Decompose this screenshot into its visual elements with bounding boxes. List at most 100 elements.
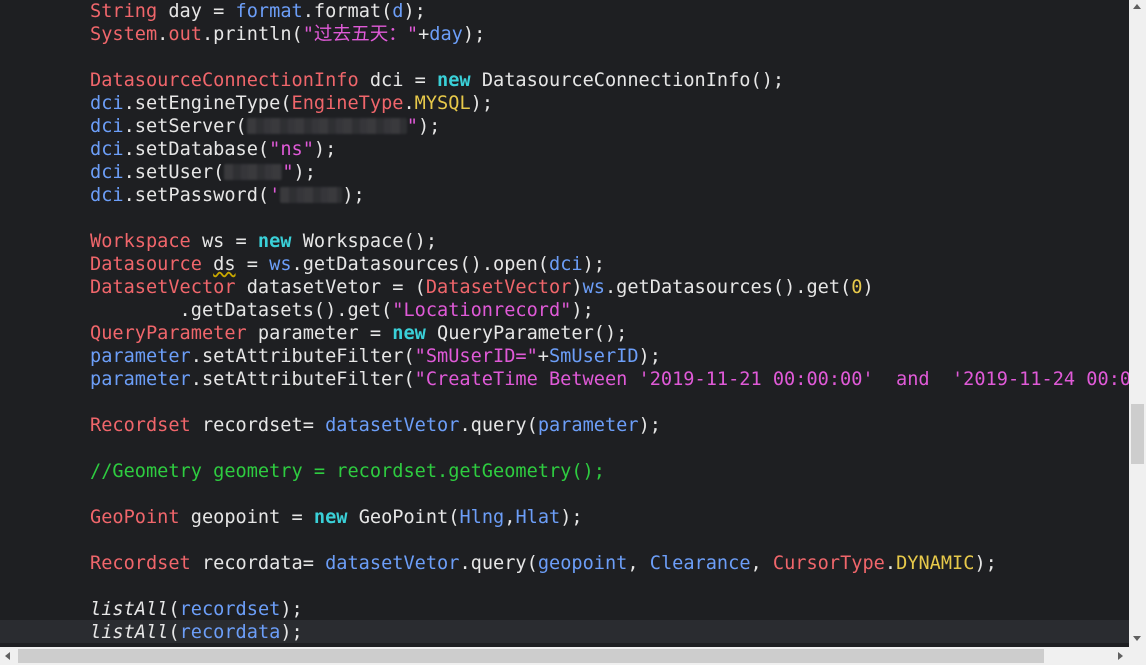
code-token: ); (342, 185, 365, 206)
code-token: day = (157, 1, 236, 22)
code-token: = (235, 254, 270, 275)
code-token: Clearance (649, 553, 751, 574)
code-token: Workspace (90, 231, 191, 252)
horizontal-scrollbar[interactable] (0, 647, 1129, 665)
code-token: ( (168, 622, 180, 643)
code-line[interactable]: listAll(recordata); (90, 621, 303, 644)
code-token: .setAttributeFilter( (190, 346, 415, 367)
code-line[interactable]: parameter.setAttributeFilter("CreateTime… (90, 368, 1129, 391)
code-token: parameter (537, 415, 639, 436)
code-line[interactable]: DatasetVector datasetVetor = (DatasetVec… (90, 276, 874, 299)
code-token: .setUser( (123, 162, 225, 183)
code-token: "CreateTime Between '2019-11-21 00:00:00… (414, 369, 1129, 390)
code-token: "SmUserID=" (414, 346, 538, 367)
code-line[interactable]: Recordset recordata= datasetVetor.query(… (90, 552, 997, 575)
code-line[interactable]: dci.setDatabase("ns"); (90, 138, 336, 161)
code-token: dci (549, 254, 583, 275)
code-token: ' (269, 185, 281, 206)
code-line[interactable]: //Geometry geometry = recordset.getGeome… (90, 460, 605, 483)
code-token: dci (90, 185, 124, 206)
code-token: ); (974, 553, 997, 574)
code-line[interactable]: Workspace ws = new Workspace(); (90, 230, 437, 253)
horizontal-scroll-thumb[interactable] (18, 649, 1044, 663)
code-token: //Geometry geometry = recordset.getGeome… (90, 461, 605, 482)
code-token: ( (168, 599, 180, 620)
code-line[interactable]: Recordset recordset= datasetVetor.query(… (90, 414, 661, 437)
code-token: . (403, 93, 415, 114)
scroll-right-arrow-icon[interactable] (1118, 652, 1123, 660)
code-token: ); (280, 599, 303, 620)
code-token: .getDatasources().open( (291, 254, 550, 275)
code-line[interactable]: dci.setServer("); (90, 115, 440, 138)
code-token: 0 (851, 277, 863, 298)
code-token: ); (638, 415, 661, 436)
code-token: parameter = (246, 323, 393, 344)
code-line[interactable]: QueryParameter parameter = new QueryPara… (90, 322, 627, 345)
code-token: datasetVetor (325, 415, 460, 436)
code-token: EngineType (291, 93, 404, 114)
code-line[interactable]: dci.setUser("); (90, 161, 316, 184)
code-token: "过去五天：" (302, 24, 419, 45)
code-line[interactable]: parameter.setAttributeFilter("SmUserID="… (90, 345, 661, 368)
code-token: new (392, 323, 426, 344)
code-token: Datasource (90, 254, 202, 275)
code-token: format (235, 1, 303, 22)
code-token: DatasourceConnectionInfo(); (470, 70, 785, 91)
code-token: datasetVetor = ( (235, 277, 426, 298)
code-token: d (392, 1, 404, 22)
code-token: . (157, 24, 169, 45)
scroll-up-arrow-icon[interactable] (1133, 4, 1141, 9)
code-token: ); (462, 24, 486, 45)
code-token: geopoint = (179, 507, 314, 528)
code-line[interactable]: listAll(recordset); (90, 598, 303, 621)
code-token: datasetVetor (325, 553, 460, 574)
code-token: listAll (90, 599, 169, 620)
redacted-text (224, 164, 283, 180)
code-token: ) (571, 277, 583, 298)
code-token: Workspace(); (291, 231, 438, 252)
code-token: new (437, 70, 471, 91)
code-line[interactable]: dci.setPassword('); (90, 184, 365, 207)
code-token: new (313, 507, 348, 528)
code-line[interactable]: .getDatasets().get("Locationrecord"); (90, 299, 594, 322)
code-token: recordata= (190, 553, 326, 574)
code-line[interactable]: dci.setEngineType(EngineType.MYSQL); (90, 92, 493, 115)
code-token: DatasetVector (90, 277, 236, 298)
code-token: dci (90, 116, 124, 137)
code-token: .setEngineType( (123, 93, 292, 114)
code-token: parameter (90, 369, 191, 390)
code-token: ); (638, 346, 661, 367)
code-token: DYNAMIC (896, 553, 975, 574)
code-token: listAll (90, 622, 169, 643)
code-line[interactable]: System.out.println("过去五天："+day); (90, 23, 485, 46)
code-token: .getDatasets().get( (90, 300, 393, 321)
code-token: GeoPoint (90, 507, 180, 528)
code-token: ); (582, 254, 605, 275)
scroll-down-arrow-icon[interactable] (1133, 636, 1141, 641)
code-editor[interactable]: String day = format.format(d); System.out… (0, 0, 1129, 647)
code-token: recordset (179, 599, 281, 620)
code-token: dci (90, 93, 124, 114)
code-token: String (90, 1, 158, 22)
code-token: DatasourceConnectionInfo (90, 70, 359, 91)
code-token: ); (470, 93, 494, 114)
code-line[interactable]: Datasource ds = ws.getDatasources().open… (90, 253, 605, 276)
code-token: ); (560, 507, 583, 528)
code-token: ); (417, 116, 441, 137)
code-line[interactable]: GeoPoint geopoint = new GeoPoint(Hlng,Hl… (90, 506, 583, 529)
code-token: , (750, 553, 773, 574)
code-token: CursorType (772, 553, 885, 574)
code-line[interactable]: String day = format.format(d); (90, 0, 426, 23)
code-token: Hlng (459, 507, 505, 528)
code-token: .println( (201, 24, 303, 45)
code-token: ); (293, 162, 316, 183)
code-token: .format( (302, 1, 393, 22)
code-token: "Locationrecord" (392, 300, 572, 321)
code-token: .query( (459, 415, 538, 436)
code-line[interactable]: DatasourceConnectionInfo dci = new Datas… (90, 69, 784, 92)
code-token: parameter (90, 346, 191, 367)
scroll-left-arrow-icon[interactable] (5, 652, 10, 660)
vertical-scrollbar[interactable] (1129, 0, 1146, 647)
vertical-scroll-thumb[interactable] (1131, 404, 1144, 464)
code-token: Hlat (515, 507, 561, 528)
